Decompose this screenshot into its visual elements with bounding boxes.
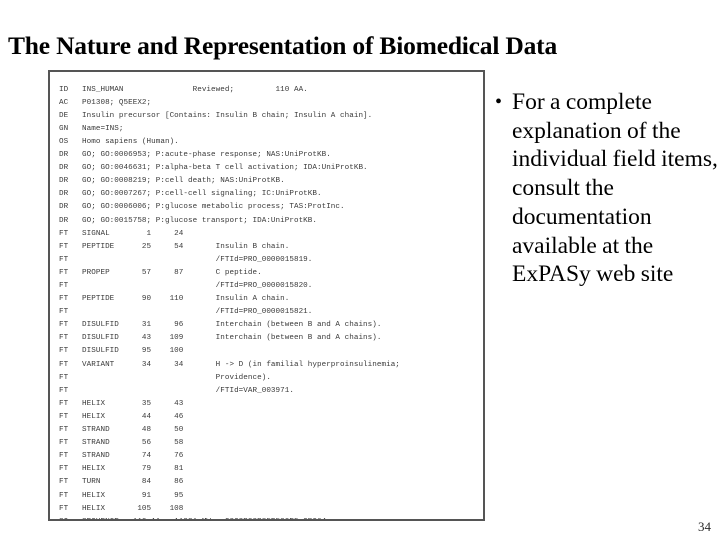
slide-canvas: The Nature and Representation of Biomedi…: [0, 0, 720, 540]
list-item: • For a complete explanation of the indi…: [492, 88, 720, 289]
uniprot-record-listing: ID INS_HUMAN Reviewed; 110 AA. AC P01308;…: [59, 84, 400, 519]
page-title: The Nature and Representation of Biomedi…: [8, 31, 558, 61]
record-line: FT DISULFID 31 96 Interchain (between B …: [59, 321, 382, 330]
record-line: ID INS_HUMAN Reviewed; 110 AA.: [59, 85, 308, 94]
record-line: DR GO; GO:0008219; P:cell death; NAS:Uni…: [59, 177, 285, 186]
record-line: FT TURN 84 86: [59, 478, 184, 487]
record-line: FT PEPTIDE 90 110 Insulin A chain.: [59, 295, 290, 304]
record-line: DE Insulin precursor [Contains: Insulin …: [59, 111, 373, 120]
record-line: DR GO; GO:0046631; P:alpha-beta T cell a…: [59, 164, 368, 173]
record-line: OS Homo sapiens (Human).: [59, 137, 179, 146]
record-line: DR GO; GO:0006006; P:glucose metabolic p…: [59, 203, 345, 212]
record-line: DR GO; GO:0006953; P:acute-phase respons…: [59, 151, 331, 160]
record-line: FT STRAND 56 58: [59, 439, 184, 448]
record-line: FT /FTId=PRO_0000015821.: [59, 308, 313, 317]
record-line: FT STRAND 74 76: [59, 452, 184, 461]
record-line: FT DISULFID 43 109 Interchain (between B…: [59, 334, 382, 343]
record-line: FT HELIX 35 43: [59, 399, 184, 408]
record-line: FT SIGNAL 1 24: [59, 229, 184, 238]
bullet-point-icon: •: [495, 91, 503, 113]
record-line: FT VARIANT 34 34 H -> D (in familial hyp…: [59, 360, 400, 369]
record-line: FT STRAND 48 50: [59, 426, 184, 435]
record-line: DR GO; GO:0007267; P:cell-cell signaling…: [59, 190, 322, 199]
record-screenshot-box: ID INS_HUMAN Reviewed; 110 AA. AC P01308;…: [48, 70, 485, 521]
record-line: FT PROPEP 57 87 C peptide.: [59, 268, 262, 277]
record-line: DR GO; GO:0015758; P:glucose transport; …: [59, 216, 317, 225]
record-line: FT HELIX 105 108: [59, 504, 184, 513]
bullet-item-text: For a complete explanation of the indivi…: [512, 89, 718, 288]
record-line: SQ SEQUENCE 110 AA; 11981 MW; C2C3B23B85…: [59, 516, 400, 519]
record-line: AC P01308; Q5EEX2;: [59, 98, 152, 107]
page-number: 34: [698, 519, 711, 534]
record-line: FT HELIX 79 81: [59, 465, 184, 474]
record-line: FT Providence).: [59, 373, 271, 382]
record-line: FT PEPTIDE 25 54 Insulin B chain.: [59, 242, 290, 251]
record-line: GN Name=INS;: [59, 124, 124, 133]
record-line: FT /FTId=VAR_003971.: [59, 386, 294, 395]
record-line: FT /FTId=PRO_0000015820.: [59, 282, 313, 290]
record-line: FT HELIX 44 46: [59, 412, 184, 421]
record-line: FT DISULFID 95 100: [59, 347, 184, 356]
bullet-list: • For a complete explanation of the indi…: [492, 88, 720, 289]
record-line: FT /FTId=PRO_0000015819.: [59, 255, 313, 264]
record-line: FT HELIX 91 95: [59, 491, 184, 500]
